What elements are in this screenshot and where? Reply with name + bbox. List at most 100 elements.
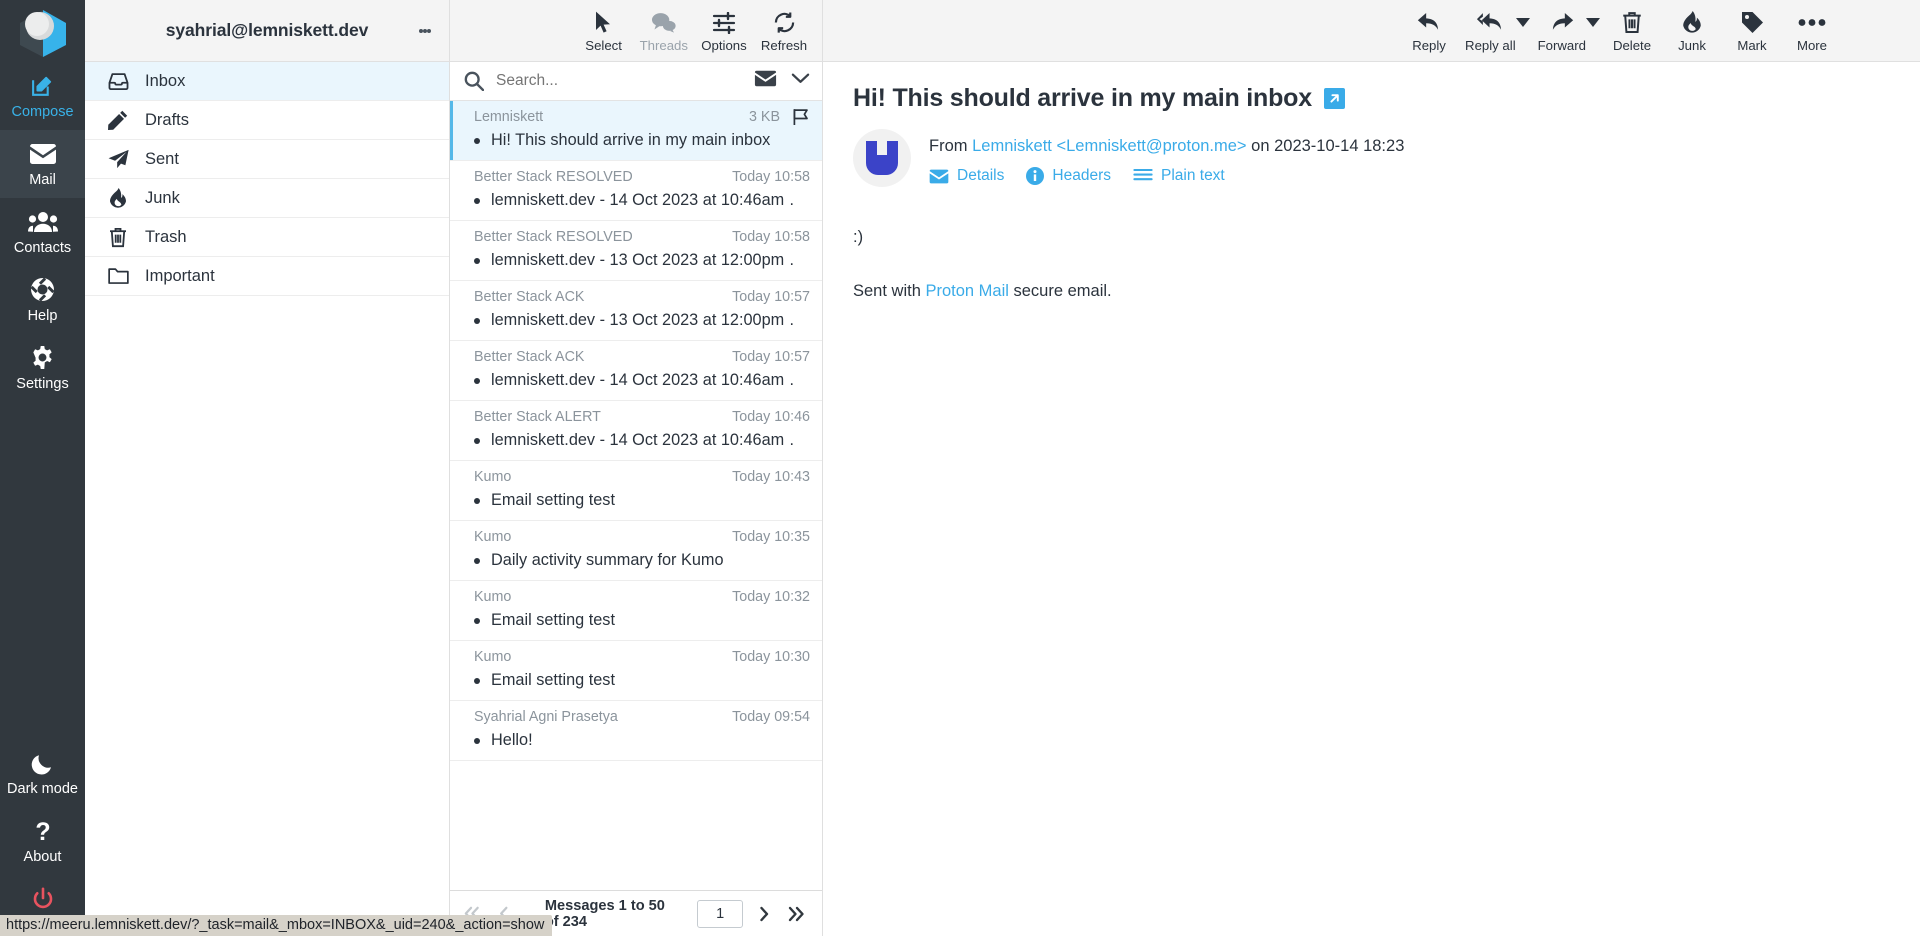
proton-mail-link[interactable]: Proton Mail [925,282,1008,300]
options-button[interactable]: Options [694,7,754,55]
question-icon: ? [32,817,54,845]
sidebar-item-drafts[interactable]: Drafts [85,101,449,140]
task-item-contacts[interactable]: Contacts [0,198,85,266]
message-sender: Better Stack RESOLVED [474,229,633,245]
page-title: Hi! This should arrive in my main inbox [853,84,1312,112]
sidebar-item-inbox[interactable]: Inbox [85,62,449,101]
task-item-label: Compose [11,104,74,120]
sidebar-item-trash[interactable]: Trash [85,218,449,257]
plain-text-label: Plain text [1160,167,1225,184]
table-row[interactable]: Kumo Today 10:32 Email setting test [450,581,822,641]
junk-button[interactable]: Junk [1662,7,1722,55]
message-body: :) Sent with Proton Mail secure email. [853,225,1890,304]
roundcube-app: Compose Mail Contacts Help Settings Dark… [0,0,1920,936]
headers-link[interactable]: Headers [1026,167,1111,185]
message-subject: Email setting test [491,491,615,509]
search-input[interactable] [496,72,742,90]
table-row[interactable]: Kumo Today 10:43 Email setting test [450,461,822,521]
sidebar-item-important[interactable]: Important [85,257,449,296]
table-row[interactable]: Better Stack ACK Today 10:57 lemniskett.… [450,281,822,341]
task-item-help[interactable]: Help [0,266,85,334]
details-link[interactable]: Details [929,167,1004,185]
task-item-label: Mail [29,171,56,188]
folder-list-pane: syahrial@lemniskett.dev Inbox Drafts Sen… [85,0,450,936]
threads-button[interactable]: Threads [634,7,694,55]
forward-icon [1549,11,1574,35]
pencil-icon [107,110,129,130]
refresh-button[interactable]: Refresh [754,7,814,55]
sender-address-link[interactable]: Lemniskett <Lemniskett@proton.me> [972,137,1246,155]
chevron-down-icon[interactable] [791,72,810,90]
forward-dropdown-caret[interactable] [1586,18,1600,43]
sidebar-item-sent[interactable]: Sent [85,140,449,179]
message-date: Today 10:46 [732,409,810,425]
plain-text-link[interactable]: Plain text [1133,167,1225,185]
message-list-toolbar: Select Threads Options Refresh [450,0,822,62]
message-date: Today 10:43 [732,469,810,485]
unread-dot [474,677,480,684]
message-subject: Hello! [491,731,533,749]
toolbar-label: Junk [1678,37,1706,53]
toolbar-label: Mark [1737,37,1767,53]
table-row[interactable]: Lemniskett 3 KB Hi! This should arrive i… [450,101,822,161]
mark-button[interactable]: Mark [1722,7,1782,55]
unread-dot [474,137,480,144]
message-sender: Kumo [474,649,512,665]
table-row[interactable]: Better Stack RESOLVED Today 10:58 lemnis… [450,161,822,221]
tag-icon [1741,11,1764,35]
message-header-links: Details Headers Plain text [929,167,1404,185]
reply-button[interactable]: Reply [1399,7,1459,55]
message-subject: lemniskett.dev - 14 Oct 2023 at 10:46am … [491,431,793,449]
unread-dot [474,437,480,444]
external-link-icon[interactable] [1323,88,1345,109]
next-page-button[interactable] [753,899,775,929]
reply-all-button[interactable]: Reply all [1459,7,1522,55]
table-row[interactable]: Syahrial Agni Prasetya Today 09:54 Hello… [450,701,822,761]
message-sender: Better Stack ACK [474,289,585,305]
table-row[interactable]: Better Stack ACK Today 10:57 lemniskett.… [450,341,822,401]
task-item-dark-mode[interactable]: Dark mode [0,739,85,807]
task-item-about[interactable]: ? About [0,807,85,875]
message-date: Today 09:54 [732,709,810,725]
message-subject: lemniskett.dev - 13 Oct 2023 at 12:00pm … [491,251,793,269]
task-item-mail[interactable]: Mail [0,129,85,198]
message-date: Today 10:57 [732,289,810,305]
message-body-container: Hi! This should arrive in my main inbox [823,62,1920,936]
more-button[interactable]: More [1782,7,1842,55]
search-icon [464,71,484,91]
toolbar-label: Select [585,37,622,53]
message-sender: Lemniskett [474,109,544,125]
sidebar-item-label: Drafts [145,110,190,129]
last-page-button[interactable] [786,899,808,929]
message-subject: Email setting test [491,611,615,629]
gear-icon [30,344,55,372]
cursor-icon [594,11,614,35]
table-row[interactable]: Kumo Today 10:35 Daily activity summary … [450,521,822,581]
task-item-compose[interactable]: Compose [0,62,85,130]
refresh-icon [773,11,796,35]
flag-icon[interactable] [792,108,810,126]
message-list[interactable]: Lemniskett 3 KB Hi! This should arrive i… [450,101,822,890]
from-prefix: From [929,137,968,155]
delete-button[interactable]: Delete [1602,7,1662,55]
select-button[interactable]: Select [574,7,634,55]
search-bar[interactable] [450,62,822,101]
table-row[interactable]: Better Stack RESOLVED Today 10:58 lemnis… [450,221,822,281]
table-row[interactable]: Kumo Today 10:30 Email setting test [450,641,822,701]
forward-button[interactable]: Forward [1532,7,1592,55]
envelope-icon[interactable] [754,70,777,92]
paper-plane-icon [107,149,129,169]
fire-icon [1682,11,1702,35]
envelope-icon [29,140,57,168]
toolbar-label: Reply all [1465,37,1516,53]
task-item-settings[interactable]: Settings [0,334,85,402]
info-icon [1026,167,1045,185]
reply-all-dropdown-caret[interactable] [1515,18,1530,43]
page-number-input[interactable] [697,899,744,928]
table-row[interactable]: Better Stack ALERT Today 10:46 lemnisket… [450,401,822,461]
sidebar-item-label: Sent [145,149,179,168]
message-sender: Better Stack ACK [474,349,585,365]
toolbar-label: Refresh [760,37,808,53]
kebab-menu-icon[interactable] [405,11,445,51]
sidebar-item-junk[interactable]: Junk [85,179,449,218]
